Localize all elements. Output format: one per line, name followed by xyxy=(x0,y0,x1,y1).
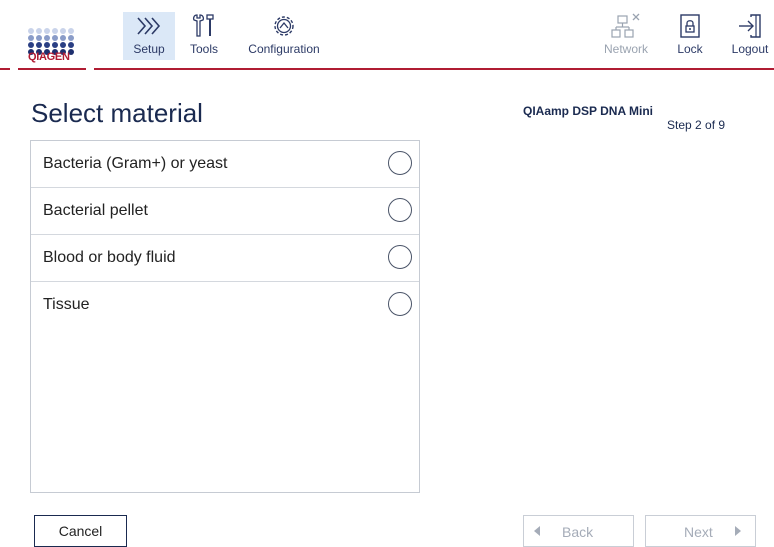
setup-chevrons-icon xyxy=(137,17,161,35)
material-list: Bacteria (Gram+) or yeast Bacterial pell… xyxy=(30,140,420,493)
nav-logout[interactable]: Logout xyxy=(728,12,772,60)
material-option-label: Tissue xyxy=(43,296,90,313)
radio-button[interactable] xyxy=(388,292,412,316)
next-button-label: Next xyxy=(684,524,713,540)
nav-configuration[interactable]: Configuration xyxy=(244,12,324,60)
qiagen-logo: QIAGEN xyxy=(24,24,80,64)
radio-button[interactable] xyxy=(388,151,412,175)
header-accent-line xyxy=(0,68,774,70)
nav-tools-label: Tools xyxy=(189,42,218,56)
nav-setup[interactable]: Setup xyxy=(123,12,175,60)
logout-icon xyxy=(739,14,761,38)
material-option-bacterial-pellet[interactable]: Bacterial pellet xyxy=(31,188,419,235)
material-option-label: Blood or body fluid xyxy=(43,249,176,266)
brand-name: QIAGEN xyxy=(28,51,70,63)
back-button-label: Back xyxy=(562,524,594,540)
nav-setup-label: Setup xyxy=(133,42,165,56)
protocol-name: QIAamp DSP DNA Mini xyxy=(523,104,654,118)
next-button[interactable]: Next xyxy=(645,515,756,547)
tools-icon xyxy=(192,14,214,37)
nav-network[interactable]: Network xyxy=(600,12,652,60)
step-indicator: Step 2 of 9 xyxy=(667,118,726,132)
arrow-right-icon xyxy=(735,526,741,536)
material-option-bacteria-gram-yeast[interactable]: Bacteria (Gram+) or yeast xyxy=(31,141,419,188)
back-button[interactable]: Back xyxy=(523,515,634,547)
nav-lock-label: Lock xyxy=(677,42,703,56)
network-icon xyxy=(611,13,640,38)
material-option-blood-body-fluid[interactable]: Blood or body fluid xyxy=(31,235,419,282)
material-option-tissue[interactable]: Tissue xyxy=(31,282,419,329)
arrow-left-icon xyxy=(534,526,540,536)
material-option-label: Bacterial pellet xyxy=(43,202,148,219)
radio-button[interactable] xyxy=(388,245,412,269)
nav-tools[interactable]: Tools xyxy=(188,12,220,60)
radio-button[interactable] xyxy=(388,198,412,222)
nav-lock[interactable]: Lock xyxy=(672,12,708,60)
page-title: Select material xyxy=(31,98,203,128)
cancel-button[interactable]: Cancel xyxy=(34,515,127,547)
configuration-gear-icon xyxy=(274,16,294,36)
nav-configuration-label: Configuration xyxy=(248,42,320,56)
nav-network-label: Network xyxy=(603,42,648,56)
top-bar: QIAGEN Setup Tools Configuration Network… xyxy=(0,0,774,68)
material-option-label: Bacteria (Gram+) or yeast xyxy=(43,155,228,172)
lock-icon xyxy=(680,14,700,38)
nav-logout-label: Logout xyxy=(731,42,769,56)
